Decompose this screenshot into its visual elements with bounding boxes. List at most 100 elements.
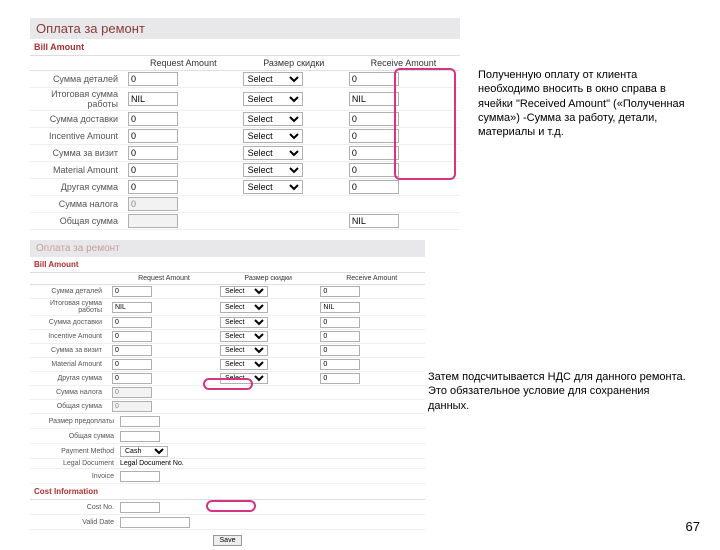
table-row: Общая сумма [30,213,460,230]
note-top: Полученную оплату от клиента необходимо … [478,68,693,139]
panel-title: Оплата за ремонт [30,18,460,39]
table-row: Сумма доставкиSelect [30,111,460,128]
payment-method-select[interactable]: Cash [120,446,168,457]
row-label: Итоговая сумма работы [30,88,126,111]
valid-date-row: Valid Date [30,515,425,530]
save-button[interactable]: Save [213,535,243,546]
request-input[interactable] [128,180,178,194]
row-label: Сумма налога [30,196,126,213]
panel-title: Оплата за ремонт [30,240,425,257]
table-row: Сумма деталей Select [30,71,460,88]
panel-bill-amount-bottom: Оплата за ремонт Bill Amount Request Amo… [30,240,425,550]
table-row: Итоговая сумма работы Select [30,299,425,316]
request-input[interactable] [112,359,152,370]
row-label: Сумма деталей [30,71,126,88]
note-bottom: Затем подсчитывается НДС для данного рем… [428,370,688,413]
request-input[interactable] [128,112,178,126]
discount-select[interactable]: Select [220,359,268,370]
request-input[interactable] [128,92,178,106]
discount-select[interactable]: Select [220,331,268,342]
received-input[interactable] [320,302,360,313]
request-input[interactable] [112,302,152,313]
bill-table-bottom: Request Amount Размер скидки Receive Amo… [30,273,425,414]
received-input[interactable] [349,92,399,106]
received-input[interactable] [320,373,360,384]
table-row: Итоговая сумма работы Select [30,88,460,111]
request-input[interactable] [128,72,178,86]
extra-input[interactable] [120,431,160,442]
request-input[interactable] [112,401,152,412]
received-input[interactable] [320,286,360,297]
request-input[interactable] [128,214,178,228]
discount-select[interactable]: Select [243,180,303,194]
discount-select[interactable]: Select [243,163,303,177]
row-label: Итоговая сумма работы [30,299,110,316]
row-label: Incentive Amount [30,330,110,344]
received-input[interactable] [320,331,360,342]
request-input[interactable] [112,286,152,297]
col-received: Receive Amount [347,56,460,71]
col-discount: Размер скидки [218,273,318,285]
request-input[interactable] [112,345,152,356]
legal-doc-row: Legal Document Legal Document No. [30,459,425,469]
cost-no-input[interactable] [120,502,160,513]
received-input[interactable] [349,163,399,177]
table-row: Другая сумма Select [30,179,460,196]
request-input[interactable] [128,129,178,143]
row-label: Общая сумма [30,400,110,414]
request-input[interactable] [128,163,178,177]
request-input[interactable] [112,373,152,384]
col-received: Receive Amount [318,273,425,285]
row-label: Сумма за визит [30,145,126,162]
received-input[interactable] [320,317,360,328]
received-input[interactable] [349,112,399,126]
table-row: Сумма доставки Select [30,316,425,330]
table-row: Общая сумма [30,400,425,414]
cost-section-header: Cost Information [30,484,425,500]
received-input[interactable] [320,359,360,370]
request-input[interactable] [112,331,152,342]
table-row: Сумма деталейSelect [30,285,425,299]
discount-select[interactable]: Select [220,302,268,313]
header-row: Request Amount Размер скидки Receive Amo… [30,273,425,285]
received-input[interactable] [349,72,399,86]
payment-method-row: Payment Method Cash [30,444,425,459]
extra-input[interactable] [120,416,160,427]
discount-select[interactable]: Select [243,72,303,86]
table-row: Сумма за визит Select [30,145,460,162]
received-input[interactable] [349,180,399,194]
cost-no-row: Cost No. [30,500,425,515]
received-input[interactable] [349,214,399,228]
discount-select[interactable]: Select [243,129,303,143]
request-input[interactable] [112,387,152,398]
valid-date-input[interactable] [120,517,190,528]
discount-select[interactable]: Select [220,317,268,328]
discount-select[interactable]: Select [243,112,303,126]
discount-select[interactable]: Select [220,345,268,356]
row-label: Сумма доставки [30,316,110,330]
col-request: Request Amount [110,273,218,285]
discount-select[interactable]: Select [220,373,268,384]
panel-bill-amount-top: Оплата за ремонт Bill Amount Request Amo… [30,18,460,230]
received-input[interactable] [349,146,399,160]
received-input[interactable] [320,345,360,356]
discount-select[interactable]: Select [243,146,303,160]
received-input[interactable] [349,129,399,143]
col-request: Request Amount [126,56,241,71]
extra-row: Размер предоплаты [30,414,425,429]
request-input[interactable] [128,146,178,160]
section-header: Bill Amount [30,39,460,56]
discount-select[interactable]: Select [220,286,268,297]
row-label: Другая сумма [30,179,126,196]
table-row: Сумма за визитSelect [30,344,425,358]
request-input[interactable] [112,317,152,328]
invoice-input[interactable] [120,471,160,482]
table-row: Incentive Amount Select [30,128,460,145]
legal-doc-label: Legal Document No. [120,460,184,467]
col-discount: Размер скидки [241,56,347,71]
request-input[interactable] [128,197,178,211]
row-label: Incentive Amount [30,128,126,145]
table-row: Material AmountSelect [30,162,460,179]
discount-select[interactable]: Select [243,92,303,106]
table-row: Material AmountSelect [30,358,425,372]
